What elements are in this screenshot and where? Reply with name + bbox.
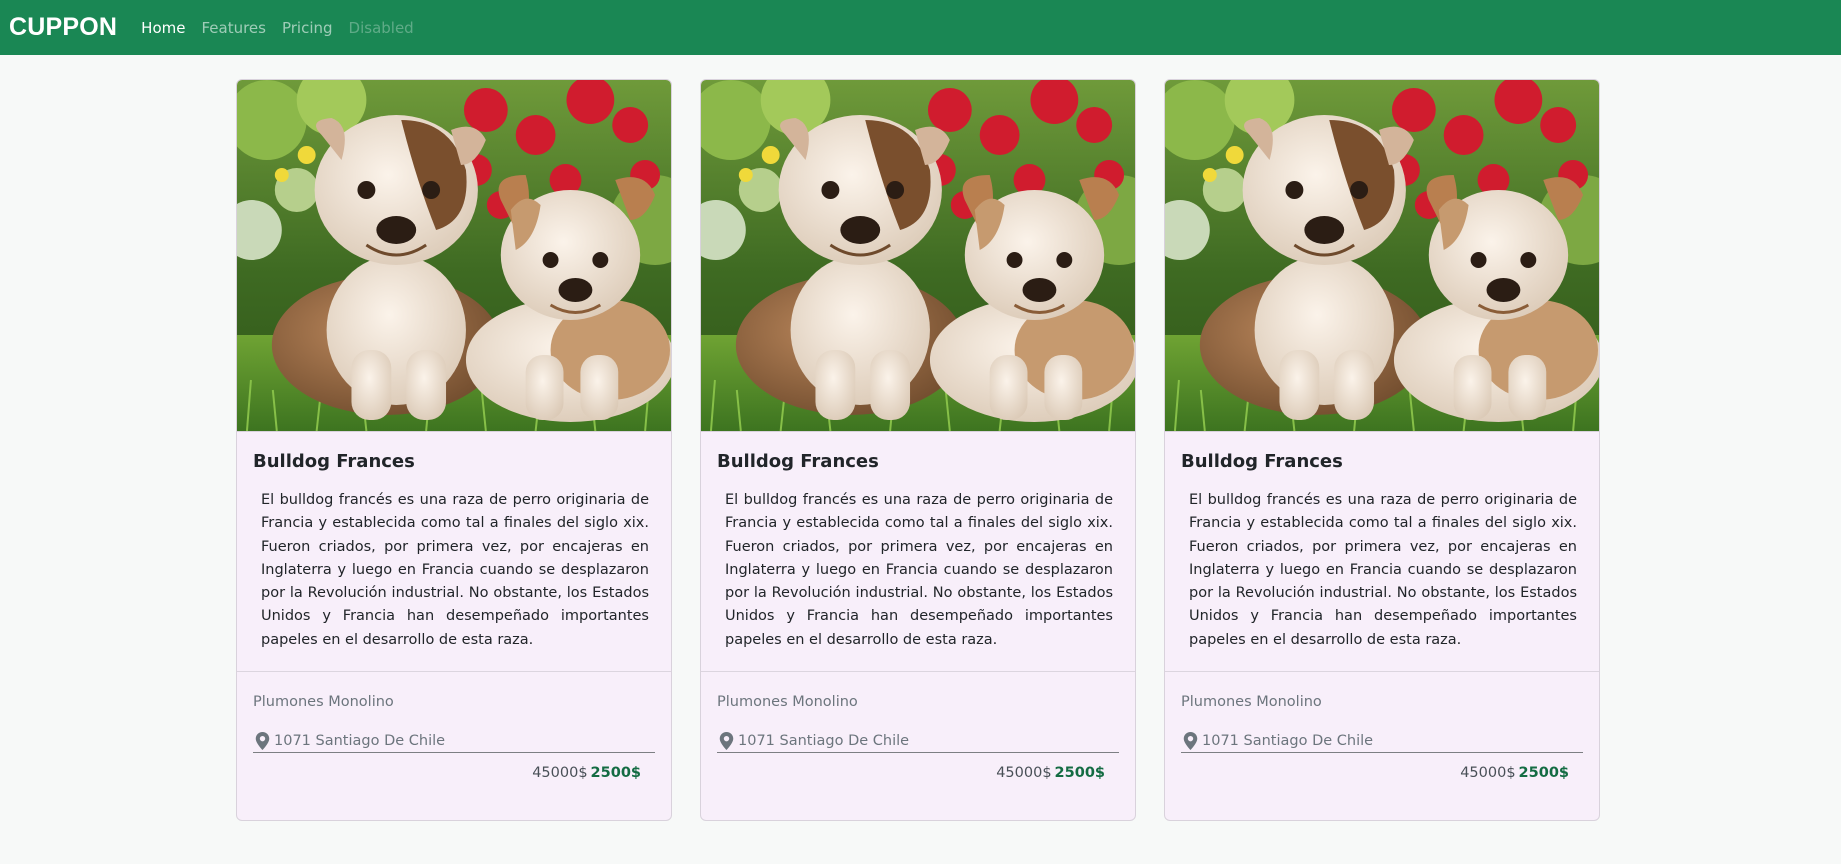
address-row: 1071 Santiago De Chile (253, 730, 655, 753)
card-title: Bulldog Frances (253, 451, 415, 472)
card-description: El bulldog francés es una raza de perro … (1189, 492, 1577, 648)
address-row: 1071 Santiago De Chile (1181, 730, 1583, 753)
card-grid: Bulldog Frances El bulldog francés es un… (236, 79, 1600, 821)
price-row: 45000$ 2500$ (701, 763, 1105, 783)
store-name: Plumones Monolino (253, 694, 394, 710)
old-price: 45000$ (1460, 765, 1516, 781)
bulldog-puppies-photo (237, 80, 671, 432)
card-description: El bulldog francés es una raza de perro … (725, 492, 1113, 648)
address-text: 1071 Santiago De Chile (738, 733, 910, 749)
map-pin-icon (1183, 732, 1198, 750)
product-card: Bulldog Frances El bulldog francés es un… (700, 79, 1136, 821)
store-name: Plumones Monolino (1181, 694, 1322, 710)
bulldog-puppies-photo (1165, 80, 1599, 432)
price-row: 45000$ 2500$ (237, 763, 641, 783)
new-price: 2500$ (590, 765, 641, 781)
map-pin-icon (255, 732, 270, 750)
bulldog-puppies-photo (701, 80, 1135, 432)
nav-link-pricing[interactable]: Pricing (282, 19, 333, 37)
address-text: 1071 Santiago De Chile (1202, 733, 1374, 749)
nav-link-features[interactable]: Features (201, 19, 266, 37)
new-price: 2500$ (1518, 765, 1569, 781)
navbar: CUPPON Home Features Pricing Disabled (0, 0, 1841, 55)
store-name: Plumones Monolino (717, 694, 858, 710)
nav-link-home[interactable]: Home (141, 19, 185, 37)
card-footer: Plumones Monolino 1071 Santiago De Chile… (701, 671, 1135, 820)
address-row: 1071 Santiago De Chile (717, 730, 1119, 753)
nav-link-disabled: Disabled (348, 18, 414, 37)
price-row: 45000$ 2500$ (1165, 763, 1569, 783)
card-description: El bulldog francés es una raza de perro … (261, 492, 649, 648)
card-footer: Plumones Monolino 1071 Santiago De Chile… (1165, 671, 1599, 820)
old-price: 45000$ (996, 765, 1052, 781)
address-text: 1071 Santiago De Chile (274, 733, 446, 749)
new-price: 2500$ (1054, 765, 1105, 781)
card-title: Bulldog Frances (1181, 451, 1343, 472)
product-card: Bulldog Frances El bulldog francés es un… (236, 79, 672, 821)
map-pin-icon (719, 732, 734, 750)
old-price: 45000$ (532, 765, 588, 781)
card-footer: Plumones Monolino 1071 Santiago De Chile… (237, 671, 671, 820)
product-card: Bulldog Frances El bulldog francés es un… (1164, 79, 1600, 821)
card-title: Bulldog Frances (717, 451, 879, 472)
brand-logo[interactable]: CUPPON (9, 13, 117, 42)
